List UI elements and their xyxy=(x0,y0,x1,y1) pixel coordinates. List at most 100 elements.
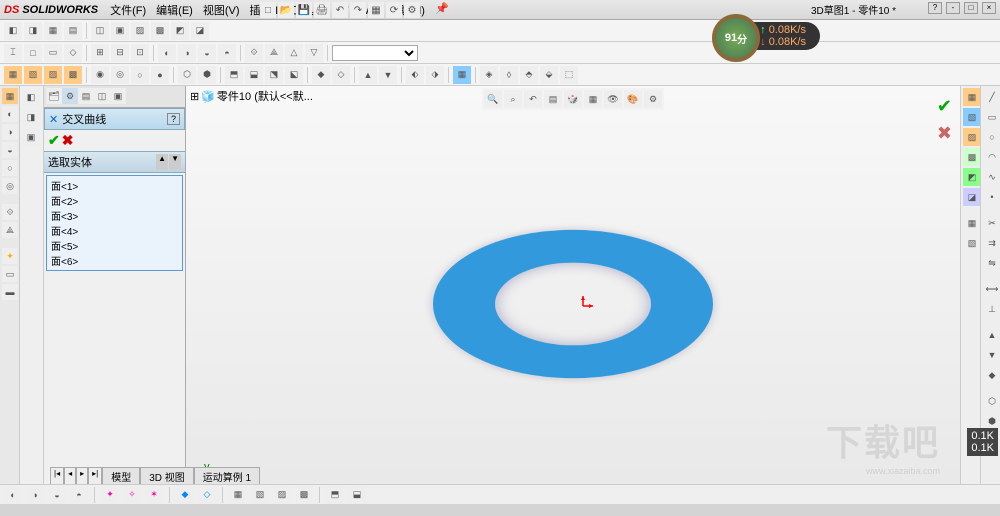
tb-icon[interactable]: ▣ xyxy=(111,22,129,40)
minimize-icon[interactable]: - xyxy=(946,2,960,14)
zoom-fit-icon[interactable]: 🔍 xyxy=(484,90,502,108)
view-settings-icon[interactable]: ⚙ xyxy=(644,90,662,108)
tb-icon[interactable]: ◑ xyxy=(178,44,196,62)
sketch-spline-icon[interactable]: ∿ xyxy=(983,168,1000,186)
tb-icon[interactable]: ▨ xyxy=(44,66,62,84)
cancel-button[interactable]: ✖ xyxy=(62,132,74,149)
tb-icon[interactable]: ◧ xyxy=(4,22,22,40)
tb-icon[interactable]: ◒ xyxy=(198,44,216,62)
tab-dimxpert-icon[interactable]: ◫ xyxy=(94,88,110,104)
tb-icon[interactable]: ▽ xyxy=(305,44,323,62)
tab-config-icon[interactable]: ▤ xyxy=(78,88,94,104)
menu-view[interactable]: 视图(V) xyxy=(199,0,244,20)
tb-icon[interactable]: ⬙ xyxy=(540,66,558,84)
list-item[interactable]: 面<6> xyxy=(49,253,180,268)
rail-icon[interactable]: ○ xyxy=(2,160,18,176)
tb-icon[interactable]: ◫ xyxy=(91,22,109,40)
rail-icon[interactable]: ◎ xyxy=(2,178,18,194)
qat-options-icon[interactable]: ⚙ xyxy=(404,2,420,18)
task-icon[interactable]: ◩ xyxy=(963,168,981,186)
tb-icon[interactable]: ◐ xyxy=(158,44,176,62)
sb-icon[interactable]: ✧ xyxy=(123,486,141,504)
tb-icon[interactable]: ▧ xyxy=(24,66,42,84)
filter-combo[interactable] xyxy=(332,45,418,61)
tb-icon[interactable]: ⬖ xyxy=(406,66,424,84)
sketch-arc-icon[interactable]: ◠ xyxy=(983,148,1000,166)
collapse-up-icon[interactable]: ▲ xyxy=(156,154,168,170)
corner-cancel-icon[interactable]: ✖ xyxy=(937,123,952,144)
menu-edit[interactable]: 编辑(E) xyxy=(152,0,197,20)
tb-icon[interactable]: ▦ xyxy=(453,66,471,84)
maximize-icon[interactable]: □ xyxy=(964,2,978,14)
tb-icon[interactable]: ◨ xyxy=(24,22,42,40)
sb-icon[interactable]: ▧ xyxy=(251,486,269,504)
qat-select-icon[interactable]: ▦ xyxy=(368,2,384,18)
qat-save-icon[interactable]: 💾 xyxy=(296,2,312,18)
tb-icon[interactable]: ⬔ xyxy=(265,66,283,84)
tb-icon[interactable]: ⊟ xyxy=(111,44,129,62)
sketch-rect-icon[interactable]: ▭ xyxy=(983,108,1000,126)
tab-feature-tree-icon[interactable]: 🗂 xyxy=(46,88,62,104)
tb-icon[interactable]: ▤ xyxy=(64,22,82,40)
display-style-icon[interactable]: ▦ xyxy=(584,90,602,108)
task-icon[interactable]: ▦ xyxy=(963,214,981,232)
tab-property-mgr-icon[interactable]: ⚙ xyxy=(62,88,78,104)
tb-icon[interactable]: ⬒ xyxy=(225,66,243,84)
rail-icon[interactable]: ◐ xyxy=(2,106,18,122)
sb-icon[interactable]: ✦ xyxy=(101,486,119,504)
close-icon[interactable]: × xyxy=(982,2,996,14)
tb-icon[interactable]: ⌶ xyxy=(4,44,22,62)
tb-icon[interactable]: ◉ xyxy=(91,66,109,84)
sb-icon[interactable]: ◐ xyxy=(4,486,22,504)
performance-badge[interactable]: 91分 xyxy=(712,14,760,62)
menu-pin-icon[interactable]: 📌 xyxy=(431,0,453,20)
tb-icon[interactable]: ⟁ xyxy=(265,44,283,62)
rail-icon[interactable]: ◧ xyxy=(22,88,40,106)
tb-icon[interactable]: △ xyxy=(285,44,303,62)
rail-icon[interactable]: ▣ xyxy=(22,128,40,146)
tab-display-icon[interactable]: ▣ xyxy=(110,88,126,104)
sb-icon[interactable]: ◑ xyxy=(26,486,44,504)
sb-icon[interactable]: ▦ xyxy=(229,486,247,504)
tb-icon[interactable]: ⬚ xyxy=(560,66,578,84)
tb-icon[interactable]: ▩ xyxy=(151,22,169,40)
sketch-trim-icon[interactable]: ✂ xyxy=(983,214,1000,232)
tb-icon[interactable]: ▼ xyxy=(379,66,397,84)
sb-icon[interactable]: ⬓ xyxy=(348,486,366,504)
rail-icon[interactable]: ◨ xyxy=(22,108,40,126)
tb-icon[interactable]: ◓ xyxy=(218,44,236,62)
sketch-point-icon[interactable]: • xyxy=(983,188,1000,206)
qat-undo-icon[interactable]: ↶ xyxy=(332,2,348,18)
tb-icon[interactable]: ⬢ xyxy=(198,66,216,84)
qat-open-icon[interactable]: 📂 xyxy=(278,2,294,18)
task-icon[interactable]: ▨ xyxy=(963,128,981,146)
tb-icon[interactable]: ⊞ xyxy=(91,44,109,62)
rail-icon[interactable]: ◑ xyxy=(2,124,18,140)
scene-icon[interactable]: 🎨 xyxy=(624,90,642,108)
sb-icon[interactable]: ◒ xyxy=(48,486,66,504)
sb-icon[interactable]: ✶ xyxy=(145,486,163,504)
zoom-area-icon[interactable]: ⌕ xyxy=(504,90,522,108)
task-icon[interactable]: ◪ xyxy=(963,188,981,206)
hide-show-icon[interactable]: 👁 xyxy=(604,90,622,108)
tb-icon[interactable]: ▲ xyxy=(359,66,377,84)
rail-icon[interactable]: ◒ xyxy=(2,142,18,158)
sketch-icon[interactable]: ◆ xyxy=(983,366,1000,384)
tb-icon[interactable]: ▦ xyxy=(44,22,62,40)
expand-icon[interactable]: ⊞ xyxy=(190,90,199,103)
tb-icon[interactable]: ▦ xyxy=(4,66,22,84)
prev-view-icon[interactable]: ↶ xyxy=(524,90,542,108)
tb-icon[interactable]: ▨ xyxy=(131,22,149,40)
view-orient-icon[interactable]: 🎲 xyxy=(564,90,582,108)
sketch-rel-icon[interactable]: ⊥ xyxy=(983,300,1000,318)
task-appearance-icon[interactable]: ▦ xyxy=(963,88,981,106)
qat-rebuild-icon[interactable]: ⟳ xyxy=(386,2,402,18)
section-view-icon[interactable]: ▤ xyxy=(544,90,562,108)
sb-icon[interactable]: ◇ xyxy=(198,486,216,504)
sb-icon[interactable]: ◓ xyxy=(70,486,88,504)
rail-features-icon[interactable]: ▦ xyxy=(2,88,18,104)
tb-icon[interactable]: ◇ xyxy=(64,44,82,62)
tb-icon[interactable]: ⬓ xyxy=(245,66,263,84)
tb-icon[interactable]: ⟐ xyxy=(245,44,263,62)
graphics-viewport[interactable]: ⊞ 🧊 零件10 (默认<<默... 🔍 ⌕ ↶ ▤ 🎲 ▦ 👁 🎨 ⚙ ✔ ✖ xyxy=(186,86,960,506)
